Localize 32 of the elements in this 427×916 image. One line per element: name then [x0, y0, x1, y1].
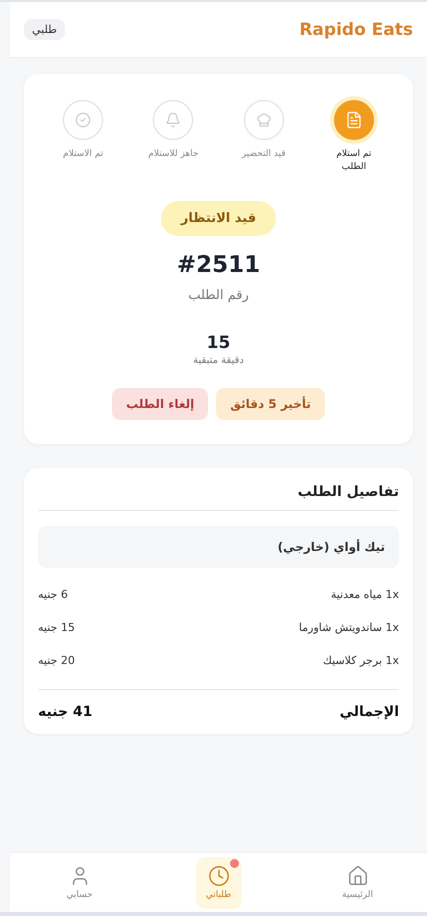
delay-button[interactable]: تأخير 5 دقائق — [216, 388, 325, 420]
nav-tab[interactable]: الرئيسية — [334, 856, 380, 908]
brand-name: Rapido Eats — [299, 20, 413, 40]
check-icon — [75, 112, 92, 128]
minutes-label: دقيقة متبقية — [193, 355, 244, 366]
step-label: جاهز للاستلام — [147, 148, 200, 161]
minutes-remaining: 15 — [206, 333, 230, 354]
page-tag: طلبي — [24, 19, 65, 40]
clock-icon — [208, 865, 230, 887]
item-name: 1x مياه معدنية — [330, 588, 399, 602]
step-label: تم الاستلام — [62, 148, 104, 161]
step-label: تم استلام الطلب — [335, 148, 372, 174]
item-price: 6 جنيه — [38, 588, 68, 602]
cancel-button[interactable]: إلغاء الطلب — [112, 388, 208, 420]
bell-icon — [165, 112, 182, 128]
nav-tab[interactable]: طلباتي — [196, 856, 242, 908]
chef-hat-icon — [256, 112, 272, 128]
total-amount: 41 جنيه — [38, 704, 92, 720]
nav-tab[interactable]: حسابي — [56, 856, 102, 908]
section-title: تفاصيل الطلب — [38, 484, 399, 512]
total-label: الإجمالي — [340, 704, 399, 720]
item-price: 15 جنيه — [38, 621, 75, 634]
home-icon — [346, 865, 368, 887]
order-number-label: رقم الطلب — [188, 288, 249, 304]
item-price: 20 جنيه — [38, 654, 75, 668]
order-type: تيك أواي (خارجي) — [38, 526, 399, 568]
item-name: 1x ساندويتش شاورما — [298, 621, 399, 634]
document-icon — [344, 111, 363, 129]
step-label: قيد التحضير — [240, 148, 287, 161]
status-badge: قيد الانتظار — [160, 201, 276, 236]
order-number: #2511 — [176, 252, 260, 278]
item-name: 1x برجر كلاسيك — [322, 654, 399, 668]
